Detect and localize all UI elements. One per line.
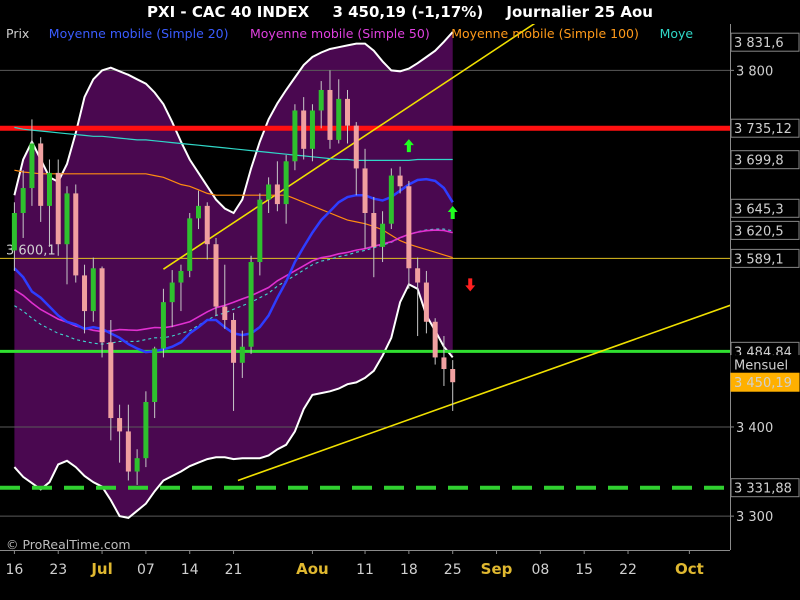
x-tick-label: 16 <box>5 562 23 578</box>
price-tag-label: 3 735,12 <box>734 122 792 137</box>
candle-body <box>406 186 412 269</box>
candle-body <box>336 98 342 140</box>
candle-body <box>152 348 158 403</box>
candle-body <box>274 184 280 205</box>
y-tick-label: 3 800 <box>736 64 773 79</box>
x-tick-label: 18 <box>400 562 418 578</box>
y-tick-label: 3 400 <box>736 421 773 436</box>
candle-body <box>345 98 351 126</box>
candle-body <box>90 268 96 312</box>
candle-body <box>441 357 447 370</box>
candle-body <box>64 193 70 245</box>
candle-body <box>195 205 201 219</box>
candle-body <box>213 244 219 307</box>
candle-body <box>169 282 175 303</box>
candle-body <box>143 402 149 459</box>
arrow-down-icon <box>465 278 476 292</box>
watermark: © ProRealTime.com <box>6 537 131 552</box>
candle-body <box>11 213 17 251</box>
price-tag-label: 3 589,1 <box>734 252 784 267</box>
x-tick-label: Sep <box>481 560 513 578</box>
legend-item: Moyenne mobile (Simple 20) <box>49 26 229 41</box>
candle-body <box>318 89 324 111</box>
candle-body <box>353 125 359 169</box>
y-tick-label: 3 300 <box>736 510 773 525</box>
candle-body <box>38 143 44 206</box>
x-tick-label: 08 <box>531 562 549 578</box>
price-tag-label: 3 699,8 <box>734 154 784 169</box>
band-fill <box>14 32 453 518</box>
candle-body <box>362 168 368 214</box>
plot-area: 3 600,1 <box>0 24 730 519</box>
candle-body <box>160 302 166 349</box>
legend-item: Prix <box>6 26 29 41</box>
legend-item: Moyenne mobile (Simple 50) <box>250 26 430 41</box>
x-tick-label: 22 <box>619 562 637 578</box>
candle-body <box>423 282 429 322</box>
x-tick-label: Jul <box>90 560 112 578</box>
x-tick-label: 15 <box>575 562 593 578</box>
candle-body <box>292 110 298 162</box>
candle-body <box>432 321 438 358</box>
candle-body <box>248 262 254 347</box>
candle-body <box>204 205 210 245</box>
candle-body <box>309 110 315 149</box>
candle-body <box>55 172 61 245</box>
candle-body <box>283 161 289 205</box>
candle-body <box>388 175 394 224</box>
x-tick-label: 11 <box>356 562 374 578</box>
candle-body <box>301 110 307 149</box>
candle-body <box>327 89 333 140</box>
candle-body <box>371 213 377 247</box>
x-tick-label: 25 <box>444 562 462 578</box>
x-tick-label: 23 <box>49 562 67 578</box>
price-tag-label: 3 620,5 <box>734 224 784 239</box>
x-tick-label: 07 <box>137 562 155 578</box>
candle-body <box>450 369 456 383</box>
candle-body <box>117 418 123 432</box>
candle-body <box>239 346 245 363</box>
candle-body <box>134 458 140 472</box>
candle-body <box>20 188 26 214</box>
x-tick-label: 21 <box>225 562 243 578</box>
candle-body <box>380 223 386 247</box>
candle-body <box>415 268 421 283</box>
candle-body <box>125 431 131 472</box>
price-chart: 3 600,1 Prix Moyenne mobile (Simple 20) Mo… <box>0 24 800 578</box>
price-tag-label: 3 645,3 <box>734 202 784 217</box>
legend-item: Moye <box>660 26 694 41</box>
legend: Prix Moyenne mobile (Simple 20) Moyenne mo… <box>6 26 693 41</box>
candle-body <box>397 175 403 187</box>
candle-body <box>73 193 79 276</box>
candle-body <box>231 319 237 363</box>
candle-body <box>222 306 228 320</box>
candle-body <box>178 270 184 283</box>
x-tick-label: Oct <box>675 560 704 578</box>
price-tag-label: 3 831,6 <box>734 36 784 51</box>
candle-body <box>99 268 105 343</box>
price-tag-label: Mensuel <box>734 359 788 374</box>
candle-body <box>29 143 35 189</box>
price-tag-label: 3 450,19 <box>734 376 792 391</box>
x-tick-label: 14 <box>181 562 199 578</box>
candle-body <box>108 342 114 419</box>
x-tick-label: Aou <box>296 560 329 578</box>
legend-item: Moyenne mobile (Simple 100) <box>451 26 639 41</box>
price-tag-label: 3 331,88 <box>734 482 792 497</box>
candle-body <box>187 218 193 271</box>
candle-body <box>46 172 52 206</box>
candle-body <box>266 184 272 200</box>
candle-body <box>257 199 263 263</box>
candle-body <box>82 275 88 312</box>
